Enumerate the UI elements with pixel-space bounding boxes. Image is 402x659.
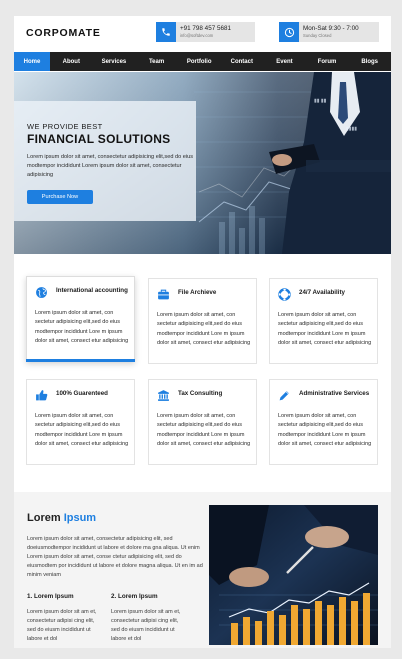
about-point-2-text: Lorem ipsum dolor sit am et, consectetur… — [111, 609, 181, 643]
top-header: CORPOMATE +91 798 457 5681 info@softdev.… — [14, 16, 391, 52]
nav-item-contact[interactable]: Contact — [221, 52, 264, 71]
about-heading-accent: Ipsum — [63, 512, 97, 524]
thumbs-up-icon — [35, 389, 48, 402]
services-section: International accounting Lorem ipsum dolo… — [14, 256, 391, 488]
nav-item-services[interactable]: Services — [93, 52, 136, 71]
nav-item-portfolio[interactable]: Portfolio — [178, 52, 221, 71]
site-logo[interactable]: CORPOMATE — [26, 27, 101, 39]
nav-item-event[interactable]: Event — [263, 52, 306, 71]
phone-number: +91 798 457 5681 — [180, 25, 231, 32]
about-section: Lorem Ipsum Lorem ipsum dolor sit amet, … — [14, 492, 391, 648]
bank-icon — [157, 389, 170, 402]
hours-contact: Mon-Sat 9:30 - 7:00 Sunday Closed — [279, 22, 379, 42]
service-card[interactable]: International accounting Lorem ipsum dolo… — [26, 276, 135, 362]
phone-contact[interactable]: +91 798 457 5681 info@softdev.com — [156, 22, 255, 42]
purchase-now-button[interactable]: Purchase Now — [27, 190, 93, 204]
service-description: Lorem ipsum dolor sit amet, con sectetur… — [157, 413, 251, 448]
service-title: 24/7 Availability — [299, 289, 345, 296]
briefcase-icon — [157, 288, 170, 301]
service-card[interactable]: Administrative Services Lorem ipsum dolor… — [269, 379, 378, 465]
main-nav: Home About Services Team Portfolio Contact Eve… — [14, 52, 391, 71]
service-card[interactable]: 24/7 Availability Lorem ipsum dolor sit a… — [269, 278, 378, 364]
clock-icon — [279, 22, 299, 42]
hero-description: Lorem ipsum dolor sit amet, consectetur … — [27, 154, 194, 178]
about-image — [209, 505, 378, 645]
service-title: International accounting — [56, 287, 128, 294]
phone-icon — [156, 22, 176, 42]
hero-banner: ▮▮▮▮ ▮▮ ▮▮ WE PROVIDE BEST FINANCIAL SOLU… — [14, 72, 391, 254]
nav-item-team[interactable]: Team — [135, 52, 178, 71]
service-description: Lorem ipsum dolor sit amet, con sectetur… — [157, 312, 251, 347]
nav-item-forum[interactable]: Forum — [306, 52, 349, 71]
pencil-icon — [278, 389, 291, 402]
hero-text-box: WE PROVIDE BEST FINANCIAL SOLUTIONS Lore… — [14, 101, 196, 221]
about-paragraph: Lorem ipsum dolor sit amet, consectetur … — [27, 536, 203, 579]
about-heading: Lorem Ipsum — [27, 512, 96, 524]
nav-item-blogs[interactable]: Blogs — [348, 52, 391, 71]
about-point-1-title: 1. Lorem Ipsum — [27, 593, 74, 600]
about-point-1-text: Lorem ipsum dolor sit am et, consectetur… — [27, 609, 97, 643]
svg-text:▮▮▮▮: ▮▮▮▮ — [346, 126, 357, 132]
service-card[interactable]: Tax Consulting Lorem ipsum dolor sit amet… — [148, 379, 257, 465]
nav-item-home[interactable]: Home — [14, 52, 50, 71]
email-text: info@softdev.com — [180, 33, 214, 38]
service-title: File Archieve — [178, 289, 217, 296]
service-description: Lorem ipsum dolor sit amet, con sectetur… — [35, 413, 129, 448]
about-heading-main: Lorem — [27, 512, 61, 524]
service-description: Lorem ipsum dolor sit amet, con sectetur… — [35, 310, 129, 345]
svg-text:▮▮ ▮▮: ▮▮ ▮▮ — [314, 98, 327, 104]
about-point-2-title: 2. Lorem Ipsum — [111, 593, 158, 600]
service-title: Administrative Services — [299, 390, 370, 397]
globe-icon — [35, 286, 48, 299]
opening-hours: Mon-Sat 9:30 - 7:00 — [303, 25, 359, 32]
service-card[interactable]: File Archieve Lorem ipsum dolor sit amet,… — [148, 278, 257, 364]
nav-item-about[interactable]: About — [50, 52, 93, 71]
hero-pretitle: WE PROVIDE BEST — [27, 122, 103, 131]
service-description: Lorem ipsum dolor sit amet, con sectetur… — [278, 413, 372, 448]
service-title: Tax Consulting — [178, 390, 223, 397]
service-title: 100% Guarenteed — [56, 390, 108, 397]
page-frame: CORPOMATE +91 798 457 5681 info@softdev.… — [14, 16, 391, 648]
service-card[interactable]: 100% Guarenteed Lorem ipsum dolor sit ame… — [26, 379, 135, 465]
closed-day: Sunday Closed — [303, 33, 332, 38]
lifebuoy-icon — [278, 288, 291, 301]
service-description: Lorem ipsum dolor sit amet, con sectetur… — [278, 312, 372, 347]
hero-title: FINANCIAL SOLUTIONS — [27, 132, 171, 146]
